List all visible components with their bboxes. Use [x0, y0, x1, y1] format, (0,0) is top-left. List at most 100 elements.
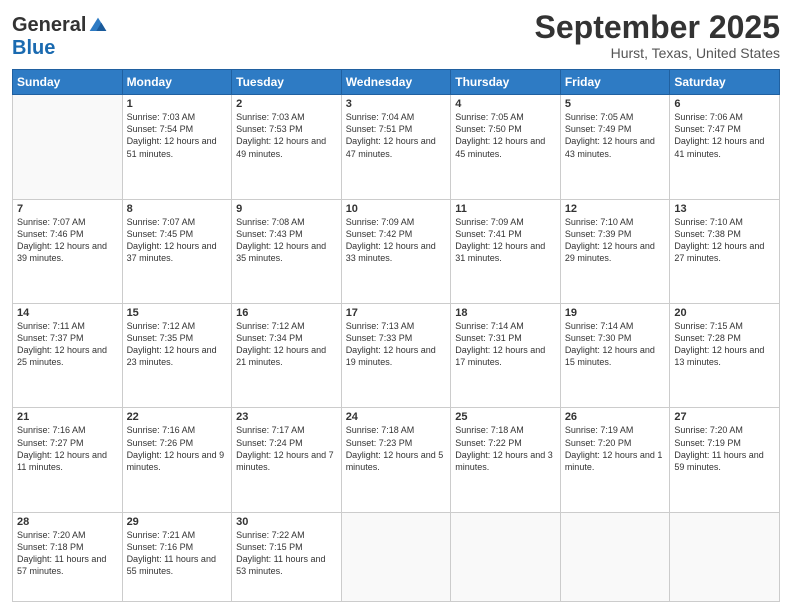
table-row	[451, 512, 561, 601]
table-row: 18Sunrise: 7:14 AMSunset: 7:31 PMDayligh…	[451, 304, 561, 408]
table-row: 25Sunrise: 7:18 AMSunset: 7:22 PMDayligh…	[451, 408, 561, 512]
table-row	[341, 512, 451, 601]
day-number: 2	[236, 98, 337, 110]
day-info: Sunrise: 7:14 AMSunset: 7:31 PMDaylight:…	[455, 320, 556, 369]
day-number: 18	[455, 307, 556, 319]
day-number: 14	[17, 307, 118, 319]
header-wednesday: Wednesday	[341, 70, 451, 95]
day-number: 6	[674, 98, 775, 110]
day-info: Sunrise: 7:05 AMSunset: 7:50 PMDaylight:…	[455, 111, 556, 160]
day-info: Sunrise: 7:05 AMSunset: 7:49 PMDaylight:…	[565, 111, 666, 160]
day-info: Sunrise: 7:10 AMSunset: 7:38 PMDaylight:…	[674, 216, 775, 265]
table-row: 13Sunrise: 7:10 AMSunset: 7:38 PMDayligh…	[670, 199, 780, 303]
table-row: 29Sunrise: 7:21 AMSunset: 7:16 PMDayligh…	[122, 512, 232, 601]
table-row: 28Sunrise: 7:20 AMSunset: 7:18 PMDayligh…	[13, 512, 123, 601]
header-saturday: Saturday	[670, 70, 780, 95]
table-row: 2Sunrise: 7:03 AMSunset: 7:53 PMDaylight…	[232, 95, 342, 199]
logo-general-text: General	[12, 14, 86, 37]
day-number: 28	[17, 516, 118, 528]
day-info: Sunrise: 7:17 AMSunset: 7:24 PMDaylight:…	[236, 424, 337, 473]
day-info: Sunrise: 7:13 AMSunset: 7:33 PMDaylight:…	[346, 320, 447, 369]
day-info: Sunrise: 7:21 AMSunset: 7:16 PMDaylight:…	[127, 529, 228, 578]
calendar-table: Sunday Monday Tuesday Wednesday Thursday…	[12, 69, 780, 602]
table-row: 24Sunrise: 7:18 AMSunset: 7:23 PMDayligh…	[341, 408, 451, 512]
calendar-header-row: Sunday Monday Tuesday Wednesday Thursday…	[13, 70, 780, 95]
day-number: 10	[346, 203, 447, 215]
table-row: 20Sunrise: 7:15 AMSunset: 7:28 PMDayligh…	[670, 304, 780, 408]
table-row: 11Sunrise: 7:09 AMSunset: 7:41 PMDayligh…	[451, 199, 561, 303]
day-number: 1	[127, 98, 228, 110]
table-row	[560, 512, 670, 601]
day-info: Sunrise: 7:03 AMSunset: 7:54 PMDaylight:…	[127, 111, 228, 160]
table-row: 21Sunrise: 7:16 AMSunset: 7:27 PMDayligh…	[13, 408, 123, 512]
location: Hurst, Texas, United States	[535, 45, 780, 61]
day-number: 20	[674, 307, 775, 319]
day-info: Sunrise: 7:07 AMSunset: 7:45 PMDaylight:…	[127, 216, 228, 265]
day-info: Sunrise: 7:11 AMSunset: 7:37 PMDaylight:…	[17, 320, 118, 369]
day-number: 12	[565, 203, 666, 215]
day-info: Sunrise: 7:03 AMSunset: 7:53 PMDaylight:…	[236, 111, 337, 160]
day-number: 15	[127, 307, 228, 319]
header-tuesday: Tuesday	[232, 70, 342, 95]
day-info: Sunrise: 7:08 AMSunset: 7:43 PMDaylight:…	[236, 216, 337, 265]
table-row: 12Sunrise: 7:10 AMSunset: 7:39 PMDayligh…	[560, 199, 670, 303]
table-row: 7Sunrise: 7:07 AMSunset: 7:46 PMDaylight…	[13, 199, 123, 303]
day-info: Sunrise: 7:20 AMSunset: 7:19 PMDaylight:…	[674, 424, 775, 473]
table-row: 1Sunrise: 7:03 AMSunset: 7:54 PMDaylight…	[122, 95, 232, 199]
table-row: 6Sunrise: 7:06 AMSunset: 7:47 PMDaylight…	[670, 95, 780, 199]
table-row	[13, 95, 123, 199]
day-number: 22	[127, 411, 228, 423]
day-number: 8	[127, 203, 228, 215]
day-info: Sunrise: 7:20 AMSunset: 7:18 PMDaylight:…	[17, 529, 118, 578]
day-info: Sunrise: 7:22 AMSunset: 7:15 PMDaylight:…	[236, 529, 337, 578]
day-info: Sunrise: 7:18 AMSunset: 7:22 PMDaylight:…	[455, 424, 556, 473]
day-number: 4	[455, 98, 556, 110]
table-row: 23Sunrise: 7:17 AMSunset: 7:24 PMDayligh…	[232, 408, 342, 512]
day-info: Sunrise: 7:07 AMSunset: 7:46 PMDaylight:…	[17, 216, 118, 265]
header-monday: Monday	[122, 70, 232, 95]
title-area: September 2025 Hurst, Texas, United Stat…	[535, 10, 780, 61]
table-row: 4Sunrise: 7:05 AMSunset: 7:50 PMDaylight…	[451, 95, 561, 199]
logo: General Blue	[12, 14, 108, 60]
table-row	[670, 512, 780, 601]
day-info: Sunrise: 7:18 AMSunset: 7:23 PMDaylight:…	[346, 424, 447, 473]
day-info: Sunrise: 7:09 AMSunset: 7:42 PMDaylight:…	[346, 216, 447, 265]
table-row: 8Sunrise: 7:07 AMSunset: 7:45 PMDaylight…	[122, 199, 232, 303]
day-number: 21	[17, 411, 118, 423]
day-info: Sunrise: 7:15 AMSunset: 7:28 PMDaylight:…	[674, 320, 775, 369]
header-friday: Friday	[560, 70, 670, 95]
table-row: 17Sunrise: 7:13 AMSunset: 7:33 PMDayligh…	[341, 304, 451, 408]
day-info: Sunrise: 7:19 AMSunset: 7:20 PMDaylight:…	[565, 424, 666, 473]
day-info: Sunrise: 7:06 AMSunset: 7:47 PMDaylight:…	[674, 111, 775, 160]
day-number: 11	[455, 203, 556, 215]
table-row: 27Sunrise: 7:20 AMSunset: 7:19 PMDayligh…	[670, 408, 780, 512]
logo-blue-text: Blue	[12, 37, 55, 59]
day-info: Sunrise: 7:12 AMSunset: 7:34 PMDaylight:…	[236, 320, 337, 369]
table-row: 22Sunrise: 7:16 AMSunset: 7:26 PMDayligh…	[122, 408, 232, 512]
day-number: 26	[565, 411, 666, 423]
day-info: Sunrise: 7:16 AMSunset: 7:26 PMDaylight:…	[127, 424, 228, 473]
table-row: 5Sunrise: 7:05 AMSunset: 7:49 PMDaylight…	[560, 95, 670, 199]
day-number: 3	[346, 98, 447, 110]
table-row: 19Sunrise: 7:14 AMSunset: 7:30 PMDayligh…	[560, 304, 670, 408]
day-info: Sunrise: 7:16 AMSunset: 7:27 PMDaylight:…	[17, 424, 118, 473]
table-row: 3Sunrise: 7:04 AMSunset: 7:51 PMDaylight…	[341, 95, 451, 199]
day-number: 25	[455, 411, 556, 423]
day-number: 23	[236, 411, 337, 423]
header: General Blue September 2025 Hurst, Texas…	[12, 10, 780, 61]
table-row: 26Sunrise: 7:19 AMSunset: 7:20 PMDayligh…	[560, 408, 670, 512]
day-info: Sunrise: 7:14 AMSunset: 7:30 PMDaylight:…	[565, 320, 666, 369]
day-number: 19	[565, 307, 666, 319]
day-info: Sunrise: 7:09 AMSunset: 7:41 PMDaylight:…	[455, 216, 556, 265]
day-number: 17	[346, 307, 447, 319]
day-number: 30	[236, 516, 337, 528]
day-number: 9	[236, 203, 337, 215]
day-info: Sunrise: 7:12 AMSunset: 7:35 PMDaylight:…	[127, 320, 228, 369]
table-row: 14Sunrise: 7:11 AMSunset: 7:37 PMDayligh…	[13, 304, 123, 408]
header-thursday: Thursday	[451, 70, 561, 95]
day-number: 16	[236, 307, 337, 319]
day-number: 24	[346, 411, 447, 423]
day-info: Sunrise: 7:10 AMSunset: 7:39 PMDaylight:…	[565, 216, 666, 265]
table-row: 15Sunrise: 7:12 AMSunset: 7:35 PMDayligh…	[122, 304, 232, 408]
day-number: 7	[17, 203, 118, 215]
